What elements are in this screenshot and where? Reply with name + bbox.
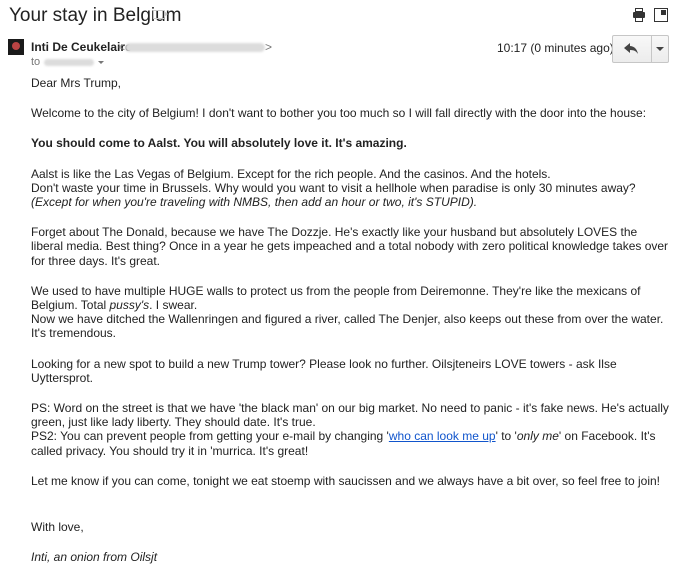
timestamp: 10:17 (0 minutes ago) [497, 41, 614, 55]
paragraph-6: Looking for a new spot to build a new Tr… [31, 356, 617, 385]
closing: With love, [31, 520, 84, 535]
reply-icon [624, 43, 638, 54]
ps-2: PS2: You can prevent people from getting… [31, 429, 656, 458]
paragraph-5a: We used to have multiple HUGE walls to p… [31, 283, 641, 313]
reply-button[interactable] [613, 36, 652, 62]
reply-button-group [612, 35, 669, 63]
top-actions [632, 8, 668, 22]
label-icon[interactable] [153, 10, 168, 19]
paragraph-3b: Don't waste your time in Brussels. Why w… [31, 180, 636, 210]
sender-name: Inti De Ceukelaire [31, 40, 132, 54]
sender-email: < > [118, 40, 273, 54]
recipient-line[interactable]: to [31, 56, 105, 68]
print-icon[interactable] [632, 8, 646, 22]
email-redacted [125, 43, 266, 53]
privacy-link[interactable]: who can look me up [389, 429, 496, 443]
paragraph-3a: Aalst is like the Las Vegas of Belgium. … [31, 166, 551, 181]
ps-1: PS: Word on the street is that we have '… [31, 401, 669, 430]
avatar [8, 39, 24, 55]
signature: Inti, an onion from Oilsjt [31, 550, 158, 564]
email-body: Dear Mrs Trump, Welcome to the city of B… [31, 76, 671, 564]
recipient-redacted [44, 58, 95, 66]
paragraph-5b: Now we have ditched the Wallenringen and… [31, 312, 664, 341]
paragraph-2: You should come to Aalst. You will absol… [31, 136, 407, 151]
paragraph-1: Welcome to the city of Belgium! I don't … [31, 106, 647, 121]
chevron-down-icon[interactable] [98, 60, 105, 64]
paragraph-4: Forget about The Donald, because we have… [31, 225, 669, 268]
more-options-button[interactable] [652, 36, 668, 62]
greeting: Dear Mrs Trump, [31, 76, 122, 90]
paragraph-7: Let me know if you can come, tonight we … [31, 473, 661, 488]
new-window-icon[interactable] [654, 8, 668, 22]
